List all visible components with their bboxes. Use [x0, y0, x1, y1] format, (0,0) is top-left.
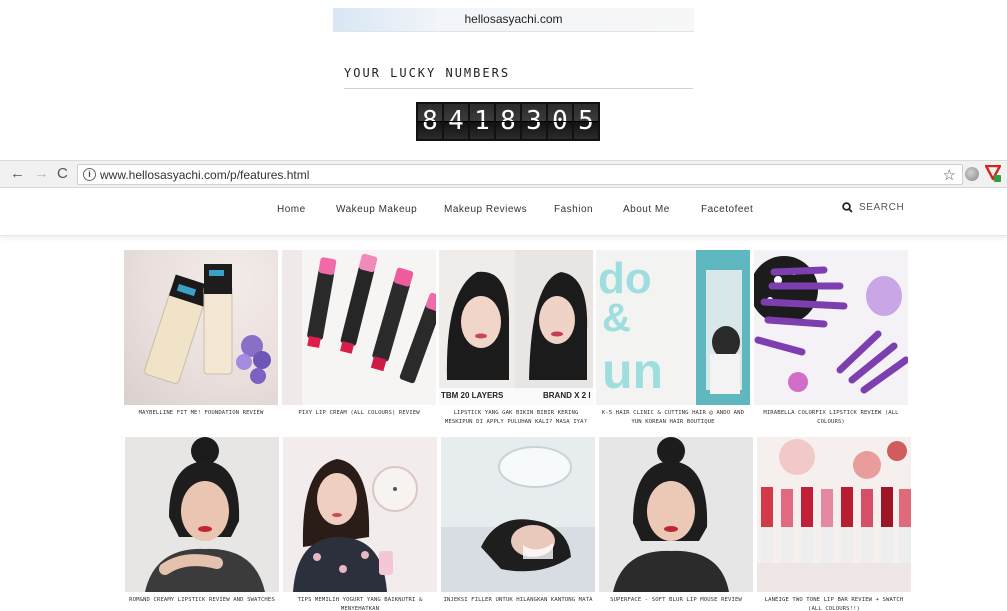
post-card[interactable]: ROM&ND CREAMY LIPSTICK REVIEW AND SWATCH…	[125, 437, 279, 605]
lucky-divider	[344, 88, 693, 89]
bookmark-star-icon[interactable]: ☆	[943, 166, 956, 184]
post-caption[interactable]: TIPS MEMILIH YOGURT YANG BAIKNUTRI & MEN…	[283, 596, 437, 611]
post-card[interactable]: do & un K-5 HAIR CLINIC & CUTTING HAIR @…	[596, 250, 750, 427]
counter-digit: 8	[496, 104, 520, 139]
banner-domain: hellosasyachi.com	[464, 12, 563, 26]
filler-injection-image	[441, 446, 595, 592]
post-caption[interactable]: SUPERFACE - SOFT BLUR LIP MOUSE REVIEW	[599, 596, 753, 605]
lipstick-portrait-image	[439, 250, 593, 405]
nav-item-fashion[interactable]: Fashion	[554, 204, 593, 215]
post-caption[interactable]: LANEIGE TWO TONE LIP BAR REVIEW + SWATCH…	[757, 596, 911, 611]
post-thumbnail[interactable]: TBM 20 LAYERS BRAND X 2 l	[439, 250, 593, 405]
foundation-bottles-image	[144, 264, 271, 384]
url-text[interactable]: www.hellosasyachi.com/p/features.html	[100, 168, 309, 182]
post-card[interactable]: MIRABELLA COLORFIX LIPSTICK REVIEW (ALL …	[754, 250, 908, 427]
search-label[interactable]: SEARCH	[859, 202, 904, 213]
nav-item-facetofeet[interactable]: Facetofeet	[701, 204, 753, 215]
purple-lipsticks-image	[754, 256, 908, 394]
post-card[interactable]: PIXY LIP CREAM (ALL COLOURS) REVIEW	[282, 250, 436, 418]
forward-arrow-icon[interactable]: →	[34, 165, 49, 183]
back-arrow-icon[interactable]: ←	[10, 165, 25, 183]
thumbnail-overlay-text: TBM 20 LAYERS	[441, 391, 504, 400]
ando-sign-text: &	[602, 296, 631, 340]
lip-mousse-portrait-image	[613, 437, 729, 592]
post-thumbnail[interactable]	[124, 250, 278, 405]
post-caption[interactable]: MIRABELLA COLORFIX LIPSTICK REVIEW (ALL …	[754, 409, 908, 427]
lip-cream-image	[282, 250, 436, 405]
counter-digit: 0	[548, 104, 572, 139]
search-box[interactable]: SEARCH	[842, 202, 904, 213]
post-thumbnail[interactable]: do & un	[596, 250, 750, 405]
counter-digit: 8	[418, 104, 442, 139]
counter-digit: 4	[444, 104, 468, 139]
extension-icon[interactable]	[965, 167, 979, 181]
shield-extension-icon[interactable]	[985, 165, 1001, 183]
nav-item-home[interactable]: Home	[277, 204, 306, 215]
post-caption[interactable]: LIPSTICK YANG GAK BIKIN BIBIR KERING MES…	[439, 409, 593, 427]
post-card[interactable]: TBM 20 LAYERS BRAND X 2 l LIPSTICK YANG …	[439, 250, 593, 427]
post-thumbnail[interactable]	[282, 250, 436, 405]
site-navigation: Home Wakeup Makeup Makeup Reviews Fashio…	[0, 190, 1007, 236]
portrait-image	[145, 437, 265, 592]
info-icon[interactable]: i	[83, 168, 96, 181]
post-card[interactable]: INJEKSI FILLER UNTUK HILANGKAN KANTONG M…	[441, 437, 595, 605]
nav-item-about-me[interactable]: About Me	[623, 204, 670, 215]
counter-digit: 1	[470, 104, 494, 139]
lucky-numbers-title: YOUR LUCKY NUMBERS	[344, 66, 511, 80]
counter-digit: 3	[522, 104, 546, 139]
lip-bar-swatch-image	[757, 439, 911, 592]
post-thumbnail[interactable]	[283, 437, 437, 592]
post-caption[interactable]: INJEKSI FILLER UNTUK HILANGKAN KANTONG M…	[441, 596, 595, 605]
post-card[interactable]: TIPS MEMILIH YOGURT YANG BAIKNUTRI & MEN…	[283, 437, 437, 611]
thumbnail-overlay-text: BRAND X 2 l	[543, 391, 591, 400]
nav-item-wakeup-makeup[interactable]: Wakeup Makeup	[336, 204, 417, 215]
post-thumbnail[interactable]	[757, 437, 911, 592]
post-thumbnail[interactable]	[754, 250, 908, 405]
post-caption[interactable]: K-5 HAIR CLINIC & CUTTING HAIR @ ANDO AN…	[596, 409, 750, 427]
post-card[interactable]: SUPERFACE - SOFT BLUR LIP MOUSE REVIEW	[599, 437, 753, 605]
post-card[interactable]: MAYBELLINE FIT ME! FOUNDATION REVIEW	[124, 250, 278, 418]
post-card[interactable]: LANEIGE TWO TONE LIP BAR REVIEW + SWATCH…	[757, 437, 911, 611]
post-thumbnail[interactable]	[441, 437, 595, 592]
site-banner: hellosasyachi.com	[333, 8, 694, 32]
post-thumbnail[interactable]	[599, 437, 753, 592]
lucky-number-counter: 8 4 1 8 3 0 5	[416, 102, 600, 141]
address-bar[interactable]: i www.hellosasyachi.com/p/features.html …	[77, 164, 963, 185]
post-caption[interactable]: PIXY LIP CREAM (ALL COLOURS) REVIEW	[282, 409, 436, 418]
post-caption[interactable]: MAYBELLINE FIT ME! FOUNDATION REVIEW	[124, 409, 278, 418]
browser-toolbar: ← → C i www.hellosasyachi.com/p/features…	[0, 160, 1007, 188]
reload-icon[interactable]: C	[57, 165, 68, 183]
search-icon[interactable]	[842, 202, 853, 213]
nav-item-makeup-reviews[interactable]: Makeup Reviews	[444, 204, 527, 215]
post-thumbnail[interactable]	[125, 437, 279, 592]
ando-sign-text: un	[602, 343, 664, 399]
yogurt-portrait-image	[293, 459, 418, 592]
counter-digit: 5	[574, 104, 598, 139]
post-caption[interactable]: ROM&ND CREAMY LIPSTICK REVIEW AND SWATCH…	[125, 596, 279, 605]
